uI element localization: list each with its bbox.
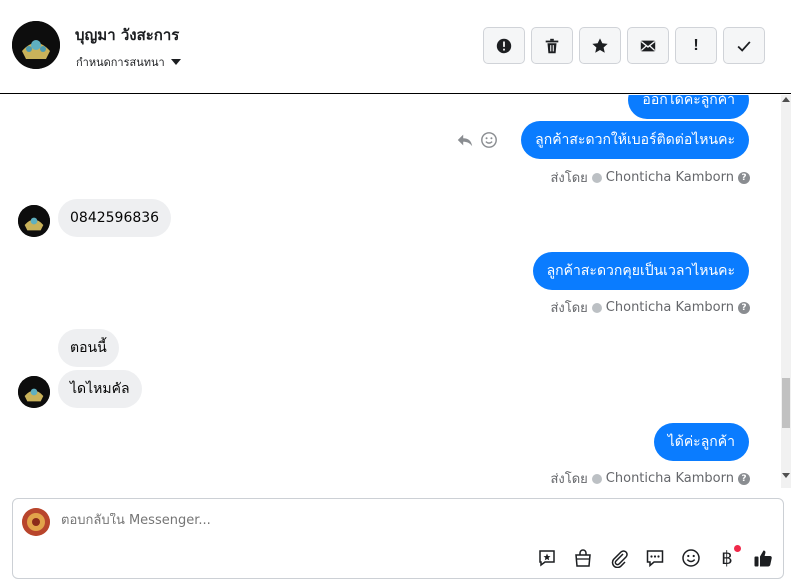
message-bubble-incoming[interactable]: ตอนนี้ [58,329,119,367]
message-thread: ออกได้ค่ะลูกค้า ลูกค้าสะดวกให้เบอร์ติดต่… [0,95,791,488]
quick-replies-button[interactable] [645,548,665,568]
thread-scrollbar[interactable] [781,95,791,488]
notification-dot [734,545,741,552]
trash-icon [545,38,559,53]
delete-button[interactable] [531,27,573,64]
report-spam-button[interactable] [483,27,525,64]
caret-down-icon [170,59,181,65]
message-bubble-incoming[interactable]: 0842596836 [58,199,172,237]
mark-done-button[interactable] [723,27,765,64]
sent-check-icon [591,172,602,183]
follow-up-button[interactable]: ! [675,27,717,64]
check-icon [737,40,751,52]
like-button[interactable] [753,548,773,568]
sent-by-label: ส่งโดย Chonticha Kamborn ? [550,297,750,318]
star-icon [592,37,608,53]
scroll-thumb[interactable] [782,378,790,428]
message-bubble-outgoing[interactable]: ได้ค่ะลูกค้า [653,423,749,461]
message-hover-tools [456,131,498,149]
help-icon[interactable]: ? [738,472,750,485]
emoji-react-icon[interactable] [480,131,498,149]
payment-button[interactable]: ฿ [717,545,741,568]
sent-by-label: ส่งโดย Chonticha Kamborn ? [550,468,750,488]
shop-button[interactable] [573,548,593,568]
saved-reply-icon [539,550,555,567]
contact-avatar-small[interactable] [18,205,50,237]
page-avatar [22,508,50,536]
sent-check-icon [591,473,602,484]
assign-conversation-dropdown[interactable]: กำหนดการสนทนา [76,53,181,71]
help-icon[interactable]: ? [738,171,750,184]
thumbs-up-icon [754,550,772,567]
paperclip-icon [611,550,628,568]
sent-check-icon [591,302,602,313]
scroll-up-arrow[interactable] [782,97,790,102]
envelope-icon [640,40,656,51]
sent-by-prefix: ส่งโดย [550,171,588,186]
sent-by-prefix: ส่งโดย [550,301,588,316]
help-icon[interactable]: ? [738,301,750,314]
contact-name[interactable]: บุญมา วังสะการ [75,23,179,47]
emoji-icon [682,549,700,567]
reply-input[interactable] [61,513,661,528]
exclamation-icon: ! [693,36,699,54]
scroll-down-arrow[interactable] [782,473,790,478]
sent-by-prefix: ส่งโดย [550,472,588,487]
message-bubble-outgoing[interactable]: ลูกค้าสะดวกให้เบอร์ติดต่อไหนคะ [521,121,749,159]
assign-conversation-label: กำหนดการสนทนา [76,56,165,69]
conversation-header: บุญมา วังสะการ กำหนดการสนทนา ! [0,0,791,94]
sent-by-label: ส่งโดย Chonticha Kamborn ? [550,167,750,188]
sent-by-agent[interactable]: Chonticha Kamborn [606,300,734,315]
alert-circle-icon [496,38,512,53]
message-bubble-incoming[interactable]: ไดไหมคัล [58,370,142,408]
composer-toolbar: ฿ [537,545,773,568]
contact-avatar[interactable] [12,21,60,69]
contact-avatar-small[interactable] [18,376,50,408]
message-bubble-outgoing[interactable]: ออกได้ค่ะลูกค้า [628,95,749,119]
header-actions: ! [483,27,765,64]
reply-icon[interactable] [456,131,474,149]
star-button[interactable] [579,27,621,64]
sent-by-agent[interactable]: Chonticha Kamborn [606,471,734,486]
reply-composer: ฿ [12,498,784,579]
baht-icon: ฿ [721,547,733,568]
sent-by-agent[interactable]: Chonticha Kamborn [606,170,734,185]
emoji-button[interactable] [681,548,701,568]
mark-unread-button[interactable] [627,27,669,64]
shop-bag-icon [575,549,591,567]
saved-reply-button[interactable] [537,548,557,568]
message-bubble-outgoing[interactable]: ลูกค้าสะดวกคุยเป็นเวลาไหนคะ [532,252,749,290]
chat-bubble-icon [646,550,664,568]
attach-button[interactable] [609,548,629,568]
